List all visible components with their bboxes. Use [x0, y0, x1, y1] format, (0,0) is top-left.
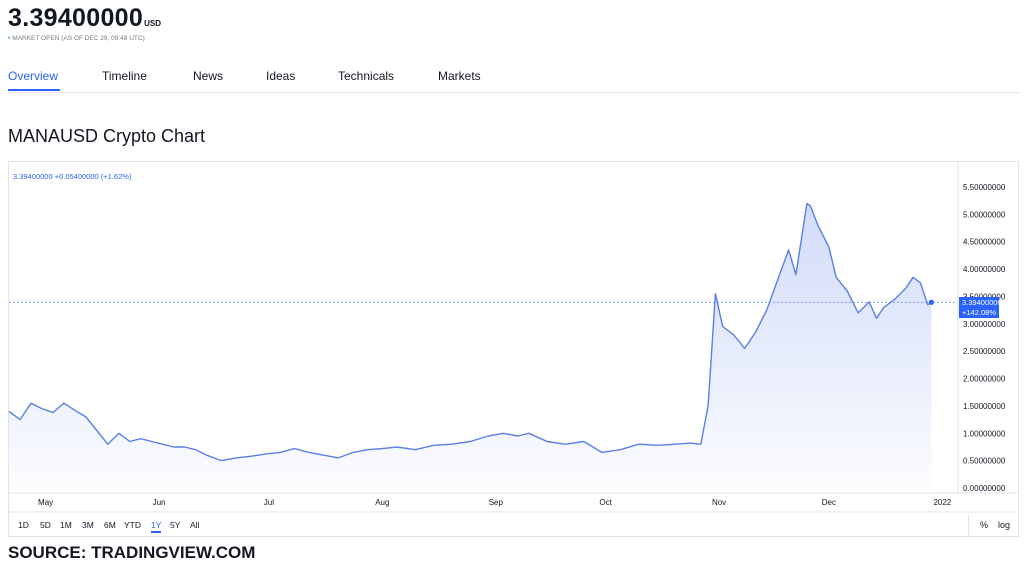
percent-scale-toggle[interactable]: % — [980, 520, 988, 530]
y-tick-label: 0.00000000 — [963, 484, 1006, 493]
range-3m[interactable]: 3M — [82, 520, 94, 530]
x-tick-label: Oct — [599, 498, 612, 507]
x-tick-label: Jul — [264, 498, 274, 507]
x-axis: May Jun Jul Aug Sep Oct Nov Dec 2022 — [38, 498, 952, 507]
log-scale-toggle[interactable]: log — [998, 520, 1010, 530]
y-tick-label: 1.00000000 — [963, 429, 1006, 438]
y-tick-label: 2.50000000 — [963, 347, 1006, 356]
range-1d[interactable]: 1D — [18, 520, 29, 530]
x-tick-label: 2022 — [933, 498, 951, 507]
x-tick-label: May — [38, 498, 53, 507]
x-tick-label: Nov — [712, 498, 726, 507]
price-chart[interactable]: 0.00000000 0.50000000 1.00000000 1.50000000… — [0, 0, 1024, 568]
y-tick-label: 4.00000000 — [963, 265, 1006, 274]
y-tick-label: 0.50000000 — [963, 457, 1006, 466]
chart-legend: 3.39400000 +0.05400000 (+1.62%) — [13, 172, 132, 181]
last-price-badge-change: +142.08% — [962, 308, 996, 317]
series-area-fill — [9, 203, 932, 490]
options-divider — [968, 515, 969, 535]
range-5y[interactable]: 5Y — [170, 520, 180, 530]
source-caption: SOURCE: TRADINGVIEW.COM — [8, 543, 256, 562]
y-axis: 0.00000000 0.50000000 1.00000000 1.50000000… — [963, 183, 1006, 493]
x-tick-label: Sep — [489, 498, 504, 507]
last-price-badge-value: 3.39400000 — [962, 298, 1002, 307]
x-tick-label: Dec — [822, 498, 836, 507]
range-1y[interactable]: 1Y — [151, 520, 161, 530]
active-range-indicator — [151, 531, 161, 533]
y-tick-label: 2.00000000 — [963, 375, 1006, 384]
range-6m[interactable]: 6M — [104, 520, 116, 530]
last-price-badge: 3.39400000 +142.08% — [959, 297, 1002, 318]
y-tick-label: 1.50000000 — [963, 402, 1006, 411]
y-tick-label: 3.00000000 — [963, 320, 1006, 329]
y-tick-label: 4.50000000 — [963, 238, 1006, 247]
range-ytd[interactable]: YTD — [124, 520, 141, 530]
last-price-point — [928, 299, 934, 305]
range-1m[interactable]: 1M — [60, 520, 72, 530]
x-tick-label: Aug — [375, 498, 389, 507]
range-all[interactable]: All — [190, 520, 199, 530]
x-tick-label: Jun — [153, 498, 166, 507]
range-5d[interactable]: 5D — [40, 520, 51, 530]
y-tick-label: 5.50000000 — [963, 183, 1006, 192]
y-tick-label: 5.00000000 — [963, 210, 1006, 219]
